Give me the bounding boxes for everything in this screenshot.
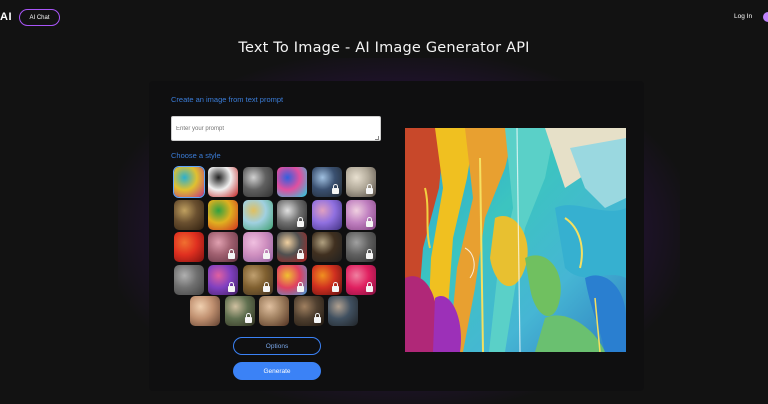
style-portrait-blue[interactable] xyxy=(312,167,342,197)
lock-icon xyxy=(263,249,270,259)
style-isometric[interactable] xyxy=(312,200,342,230)
lock-icon xyxy=(366,217,373,227)
style-fire[interactable] xyxy=(312,265,342,295)
login-link[interactable]: Log In xyxy=(734,13,752,20)
style-architecture[interactable] xyxy=(312,232,342,262)
top-bar: AI AI Chat Log In xyxy=(0,0,768,36)
style-label: Choose a style xyxy=(171,151,221,160)
lock-icon xyxy=(366,249,373,259)
style-blurred-portrait[interactable] xyxy=(208,232,238,262)
style-neon-robot[interactable] xyxy=(277,167,307,197)
prompt-label: Create an image from text prompt xyxy=(171,95,284,104)
lock-icon xyxy=(263,282,270,292)
lock-icon xyxy=(297,217,304,227)
ai-chat-button[interactable]: AI Chat xyxy=(19,9,60,26)
style-portrait-hat[interactable] xyxy=(294,296,324,326)
style-pastel[interactable] xyxy=(243,232,273,262)
style-portrait-dark[interactable] xyxy=(328,296,358,326)
style-colorful-abstract[interactable] xyxy=(173,166,205,198)
prompt-input[interactable] xyxy=(171,116,381,141)
lock-icon xyxy=(228,249,235,259)
lock-icon xyxy=(297,249,304,259)
style-purple-blur[interactable] xyxy=(208,265,238,295)
lock-icon xyxy=(314,313,321,323)
generator-card: Create an image from text prompt Choose … xyxy=(149,81,644,391)
style-fruit[interactable] xyxy=(208,200,238,230)
style-grayscale[interactable] xyxy=(346,232,376,262)
style-portrait-green[interactable] xyxy=(225,296,255,326)
style-portrait-sepia[interactable] xyxy=(259,296,289,326)
lock-icon xyxy=(332,282,339,292)
generate-button[interactable]: Generate xyxy=(233,362,321,380)
style-pink-room[interactable] xyxy=(346,200,376,230)
options-button[interactable]: Options xyxy=(233,337,321,355)
style-marilyn[interactable] xyxy=(277,232,307,262)
style-icons-grid[interactable] xyxy=(277,265,307,295)
style-mona-lisa[interactable] xyxy=(174,200,204,230)
lock-icon xyxy=(332,184,339,194)
style-metallic-swirl[interactable] xyxy=(277,200,307,230)
lock-icon xyxy=(366,184,373,194)
generated-image xyxy=(405,128,626,352)
lock-icon xyxy=(366,282,373,292)
page-title: Text To Image - AI Image Generator API xyxy=(238,40,530,56)
style-blur-gray[interactable] xyxy=(174,265,204,295)
lock-icon xyxy=(228,282,235,292)
resize-grip-icon[interactable] xyxy=(375,136,379,140)
user-avatar[interactable] xyxy=(763,12,768,22)
style-watercolor[interactable] xyxy=(243,200,273,230)
style-red-pink[interactable] xyxy=(346,265,376,295)
style-portrait-warm[interactable] xyxy=(190,296,220,326)
brand-logo[interactable]: AI xyxy=(0,11,12,23)
style-panda[interactable] xyxy=(208,167,238,197)
lock-icon xyxy=(297,282,304,292)
style-red-figure[interactable] xyxy=(174,232,204,262)
style-misty-forest[interactable] xyxy=(243,167,273,197)
lock-icon xyxy=(245,313,252,323)
style-sketch[interactable] xyxy=(346,167,376,197)
style-brown-blur[interactable] xyxy=(243,265,273,295)
